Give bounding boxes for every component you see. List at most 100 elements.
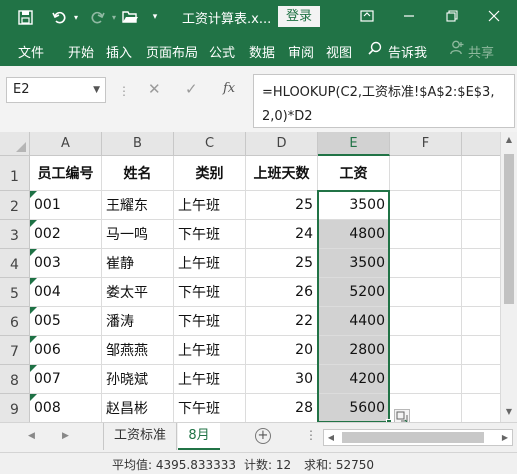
share-user-icon[interactable] bbox=[450, 40, 464, 59]
row-header-3[interactable]: 3 bbox=[0, 220, 30, 249]
tell-me-search[interactable]: 告诉我 bbox=[388, 42, 427, 61]
data-cell-col-e[interactable]: 4800 bbox=[318, 220, 390, 249]
data-cell-col-e[interactable]: 5600 bbox=[318, 394, 390, 422]
row-header-8[interactable]: 8 bbox=[0, 365, 30, 394]
save-icon[interactable] bbox=[14, 6, 36, 28]
data-cell-col-c[interactable]: 上午班 bbox=[174, 249, 246, 278]
tab-home[interactable]: 开始 bbox=[68, 42, 94, 61]
row-header-5[interactable]: 5 bbox=[0, 278, 30, 307]
customize-quick-access-icon[interactable]: ▾ bbox=[148, 6, 162, 28]
column-header-d[interactable]: D bbox=[246, 132, 318, 156]
column-header-b[interactable]: B bbox=[102, 132, 174, 156]
name-box[interactable]: E2 ▼ bbox=[6, 77, 106, 103]
data-cell-col-d[interactable]: 30 bbox=[246, 365, 318, 394]
restore-icon[interactable] bbox=[437, 4, 467, 28]
header-cell-col-d[interactable]: 上班天数 bbox=[246, 156, 318, 191]
select-all-corner[interactable] bbox=[0, 132, 30, 156]
tab-formulas[interactable]: 公式 bbox=[209, 42, 235, 61]
data-cell-col-c[interactable]: 上午班 bbox=[174, 365, 246, 394]
redo-dropdown-icon[interactable]: ▾ bbox=[109, 6, 119, 28]
empty-cell[interactable] bbox=[390, 307, 462, 336]
empty-cell[interactable] bbox=[462, 249, 500, 278]
empty-cell[interactable] bbox=[462, 365, 500, 394]
data-cell-col-a[interactable]: 002 bbox=[30, 220, 102, 249]
scroll-down-icon[interactable]: ▼ bbox=[501, 404, 517, 420]
tab-review[interactable]: 审阅 bbox=[288, 42, 314, 61]
tab-view[interactable]: 视图 bbox=[326, 42, 352, 61]
data-cell-col-a[interactable]: 005 bbox=[30, 307, 102, 336]
data-cell-col-e[interactable]: 2800 bbox=[318, 336, 390, 365]
close-icon[interactable] bbox=[479, 4, 509, 28]
formula-bar-input[interactable]: =HLOOKUP(C2,工资标准!$A$2:$E$3,2,0)*D2 bbox=[253, 74, 515, 128]
row-header-6[interactable]: 6 bbox=[0, 307, 30, 336]
redo-icon[interactable] bbox=[86, 6, 108, 28]
row-header-7[interactable]: 7 bbox=[0, 336, 30, 365]
row-header-9[interactable]: 9 bbox=[0, 394, 30, 422]
login-button[interactable]: 登录 bbox=[278, 6, 320, 27]
empty-cell[interactable] bbox=[390, 365, 462, 394]
error-indicator-icon[interactable] bbox=[30, 336, 37, 343]
empty-cell[interactable] bbox=[462, 191, 500, 220]
header-cell-col-a[interactable]: 员工编号 bbox=[30, 156, 102, 191]
error-indicator-icon[interactable] bbox=[30, 394, 37, 401]
undo-icon[interactable] bbox=[48, 6, 70, 28]
header-cell-col-c[interactable]: 类别 bbox=[174, 156, 246, 191]
column-header-a[interactable]: A bbox=[30, 132, 102, 156]
scroll-left-icon[interactable]: ◀ bbox=[324, 430, 338, 445]
search-icon[interactable] bbox=[368, 41, 382, 59]
row-header-1[interactable]: 1 bbox=[0, 156, 30, 191]
more-options-icon[interactable]: ⋮ bbox=[305, 428, 317, 442]
tab-insert[interactable]: 插入 bbox=[106, 42, 132, 61]
error-indicator-icon[interactable] bbox=[30, 307, 37, 314]
tab-data[interactable]: 数据 bbox=[249, 42, 275, 61]
data-cell-col-b[interactable]: 潘涛 bbox=[102, 307, 174, 336]
minimize-icon[interactable] bbox=[394, 4, 424, 28]
auto-fill-options-icon[interactable] bbox=[394, 409, 410, 422]
formula-bar-grip-icon[interactable]: ⋮ bbox=[118, 84, 130, 98]
horizontal-scrollbar[interactable]: ◀ ▶ bbox=[323, 429, 513, 446]
data-cell-col-a[interactable]: 006 bbox=[30, 336, 102, 365]
column-header-c[interactable]: C bbox=[174, 132, 246, 156]
data-cell-col-c[interactable]: 下午班 bbox=[174, 278, 246, 307]
column-header-f[interactable]: F bbox=[390, 132, 462, 156]
error-indicator-icon[interactable] bbox=[30, 249, 37, 256]
empty-cell[interactable] bbox=[390, 336, 462, 365]
data-cell-col-b[interactable]: 邹燕燕 bbox=[102, 336, 174, 365]
data-cell-col-d[interactable]: 25 bbox=[246, 191, 318, 220]
data-cell-col-b[interactable]: 娄太平 bbox=[102, 278, 174, 307]
data-cell-col-d[interactable]: 28 bbox=[246, 394, 318, 422]
data-cell-col-b[interactable]: 赵昌彬 bbox=[102, 394, 174, 422]
data-cell-col-b[interactable]: 孙晓斌 bbox=[102, 365, 174, 394]
data-cell-col-a[interactable]: 007 bbox=[30, 365, 102, 394]
row-header-4[interactable]: 4 bbox=[0, 249, 30, 278]
data-cell-col-d[interactable]: 20 bbox=[246, 336, 318, 365]
empty-cell[interactable] bbox=[462, 220, 500, 249]
empty-cell[interactable] bbox=[390, 191, 462, 220]
add-sheet-icon[interactable]: + bbox=[255, 428, 271, 444]
empty-cell[interactable] bbox=[390, 220, 462, 249]
folder-open-icon[interactable] bbox=[119, 6, 141, 28]
column-header-e[interactable]: E bbox=[318, 132, 390, 156]
error-indicator-icon[interactable] bbox=[30, 220, 37, 227]
error-indicator-icon[interactable] bbox=[30, 278, 37, 285]
insert-function-icon[interactable]: fx bbox=[223, 81, 235, 96]
data-cell-col-e[interactable]: 3500 bbox=[318, 249, 390, 278]
cancel-icon[interactable]: ✕ bbox=[148, 80, 161, 98]
header-cell-col-b[interactable]: 姓名 bbox=[102, 156, 174, 191]
data-cell-col-c[interactable]: 上午班 bbox=[174, 191, 246, 220]
sheet-next-icon[interactable]: ▶ bbox=[62, 431, 69, 441]
data-cell-col-c[interactable]: 上午班 bbox=[174, 336, 246, 365]
data-cell-col-b[interactable]: 崔静 bbox=[102, 249, 174, 278]
header-cell-col-e[interactable]: 工资 bbox=[318, 156, 390, 191]
empty-cell[interactable] bbox=[390, 278, 462, 307]
ribbon-display-options-icon[interactable] bbox=[352, 4, 382, 28]
error-indicator-icon[interactable] bbox=[30, 191, 37, 198]
data-cell-col-c[interactable]: 下午班 bbox=[174, 220, 246, 249]
vertical-scrollbar[interactable]: ▲ ▼ bbox=[500, 132, 517, 422]
data-cell-col-e[interactable]: 5200 bbox=[318, 278, 390, 307]
sheet-tab-august[interactable]: 8月 bbox=[178, 423, 220, 450]
horizontal-scroll-thumb[interactable] bbox=[342, 432, 484, 443]
share-button[interactable]: 共享 bbox=[468, 42, 494, 61]
enter-icon[interactable]: ✓ bbox=[185, 80, 198, 98]
data-cell-col-d[interactable]: 22 bbox=[246, 307, 318, 336]
